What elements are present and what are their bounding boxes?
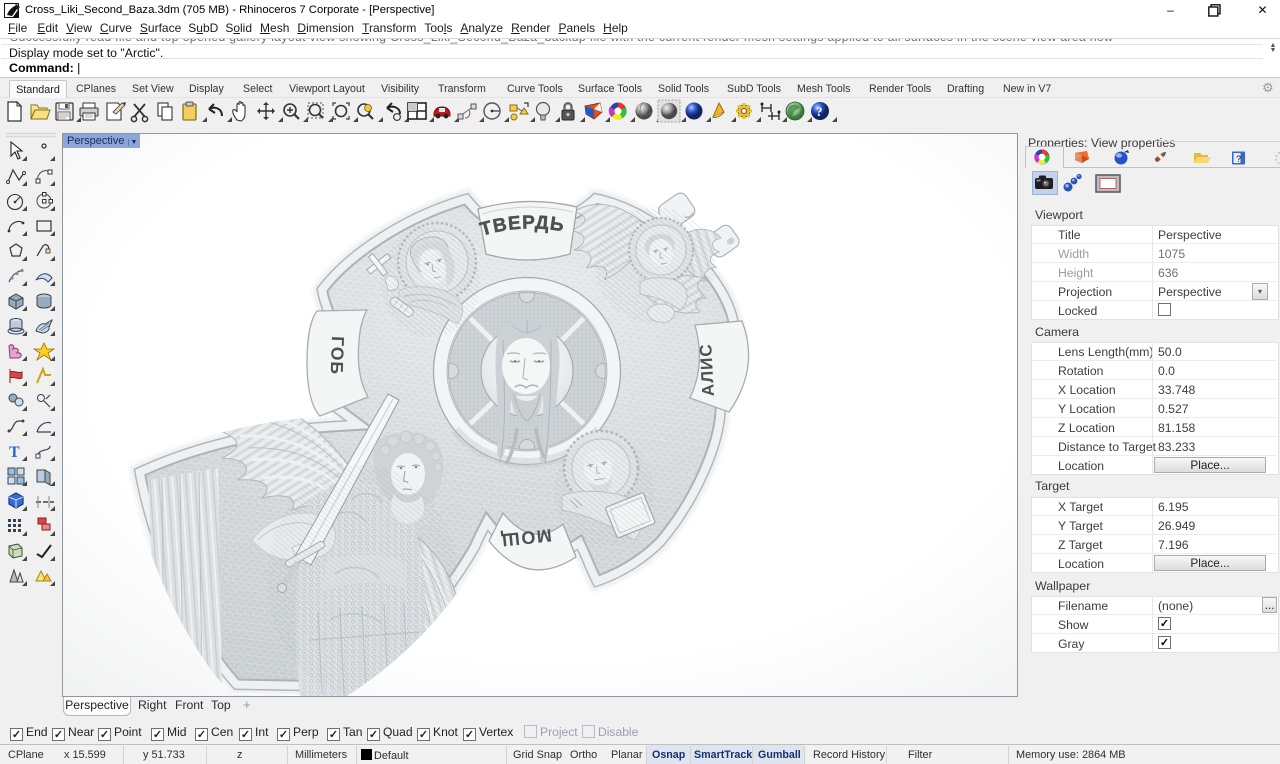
- svg-text:ГОБ: ГОБ: [327, 336, 348, 376]
- svg-text:T: T: [9, 444, 20, 461]
- svg-text:?: ?: [1236, 154, 1241, 164]
- svg-text:АЛИС: АЛИС: [696, 343, 718, 397]
- svg-text:?: ?: [816, 104, 823, 119]
